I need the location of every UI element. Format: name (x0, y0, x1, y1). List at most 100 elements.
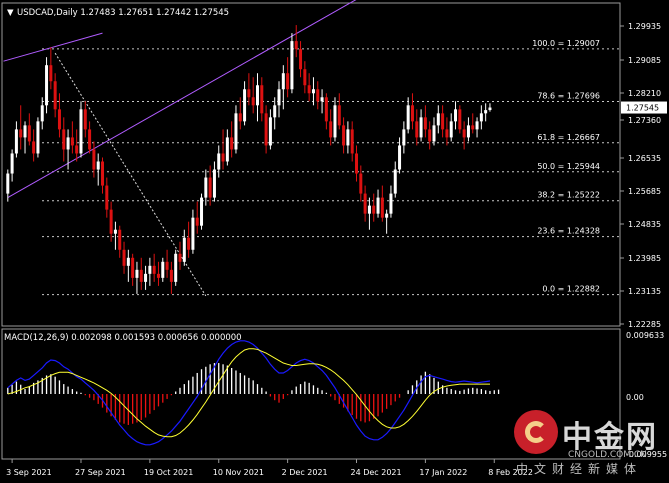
candle-body (156, 273, 160, 278)
candle-body (96, 161, 100, 170)
candle-body (113, 229, 117, 234)
candle-body (62, 129, 66, 150)
candle-body (380, 197, 384, 218)
macd-tick-label: 0.00 (626, 393, 644, 402)
candle-body (144, 273, 148, 282)
candle-body (432, 125, 436, 142)
candle-body (320, 97, 324, 102)
candle-body (311, 89, 315, 94)
candle-body (402, 129, 406, 146)
candle-body (243, 89, 247, 122)
candle-body (428, 129, 432, 142)
candle-body (458, 109, 462, 130)
candle-body (333, 105, 337, 138)
price-tick-label: 1.27360 (628, 116, 661, 125)
candle-body (475, 121, 479, 130)
candle-body (247, 89, 251, 98)
candle-body (187, 237, 191, 250)
candle-body (466, 125, 470, 138)
candle-body (10, 153, 14, 174)
candle-body (126, 257, 130, 266)
candle-body (14, 129, 18, 154)
candle-body (221, 153, 225, 162)
candle-body (27, 125, 31, 142)
candle-body (105, 185, 109, 210)
candle-body (131, 257, 135, 278)
candle-body (92, 149, 96, 170)
candle-body (423, 117, 427, 130)
candle-body (268, 117, 272, 146)
candle-body (488, 107, 492, 111)
price-tick-label: 1.29935 (628, 22, 661, 31)
candle-body (255, 85, 259, 106)
candle-body (299, 49, 303, 70)
time-tick-label: 3 Sep 2021 (6, 468, 52, 477)
candle-body (346, 129, 350, 146)
candle-body (462, 129, 466, 138)
price-tick-label: 1.26535 (628, 154, 661, 163)
candle-body (342, 125, 346, 146)
fib-level-label: 38.2 = 1.25222 (537, 191, 600, 200)
candle-body (376, 197, 380, 214)
candle-body (479, 113, 483, 122)
price-tick-label: 1.22285 (628, 320, 661, 329)
candle-body (135, 269, 139, 278)
candle-body (273, 105, 277, 118)
candle-body (45, 65, 49, 106)
candle-body (393, 169, 397, 194)
fib-level-label: 100.0 = 1.29007 (532, 39, 600, 48)
candle-body (389, 193, 393, 214)
candle-body (372, 205, 376, 214)
price-tick-label: 1.24835 (628, 220, 661, 229)
last-price-label: 1.27545 (626, 104, 659, 113)
candle-body (191, 217, 195, 250)
watermark-tagline: 中文财经新媒体 (516, 462, 643, 476)
time-tick-label: 24 Dec 2021 (351, 468, 402, 477)
candle-body (484, 110, 488, 114)
cngold-watermark: 中金网 CNGOLD.COM.CN 中文财经新媒体 (512, 410, 669, 476)
candle-body (66, 137, 70, 150)
candle-body (277, 89, 281, 106)
candle-body (101, 161, 105, 186)
cngold-logo-icon (514, 410, 558, 454)
candle-body (454, 109, 458, 122)
candle-body (449, 121, 453, 138)
candle-body (53, 81, 57, 110)
candle-body (217, 153, 221, 170)
candle-body (195, 217, 199, 226)
candle-body (165, 261, 169, 270)
candle-body (367, 205, 371, 214)
candle-body (264, 113, 268, 146)
candle-body (70, 137, 74, 146)
candle-body (109, 209, 113, 234)
candle-body (329, 121, 333, 138)
candle-body (238, 113, 242, 122)
candle-body (204, 177, 208, 198)
candle-body (174, 253, 178, 282)
candle-body (23, 125, 27, 138)
candle-body (251, 97, 255, 106)
candle-body (230, 137, 234, 150)
candle-body (152, 265, 156, 274)
candle-body (337, 105, 341, 126)
candle-body (40, 105, 44, 122)
price-tick-label: 1.28210 (628, 89, 661, 98)
candle-body (355, 153, 359, 174)
watermark-domain: CNGOLD.COM.CN (568, 450, 647, 460)
candle-body (208, 177, 212, 198)
candle-body (88, 129, 92, 150)
symbol-header: USDCAD,Daily 1.27483 1.27651 1.27442 1.2… (17, 8, 229, 18)
time-tick-label: 10 Nov 2021 (213, 468, 264, 477)
candle-body (290, 41, 294, 90)
candle-body (410, 105, 414, 122)
fib-level-label: 78.6 = 1.27696 (537, 91, 600, 100)
candle-body (178, 253, 182, 262)
candle-body (350, 129, 354, 154)
macd-tick-label: 0.009633 (626, 331, 664, 340)
candle-body (161, 261, 165, 278)
time-tick-label: 17 Jan 2022 (419, 468, 467, 477)
candle-body (169, 269, 173, 282)
candle-body (471, 125, 475, 130)
time-tick-label: 27 Sep 2021 (75, 468, 126, 477)
menu-arrow-icon[interactable]: ▼ (7, 8, 14, 18)
